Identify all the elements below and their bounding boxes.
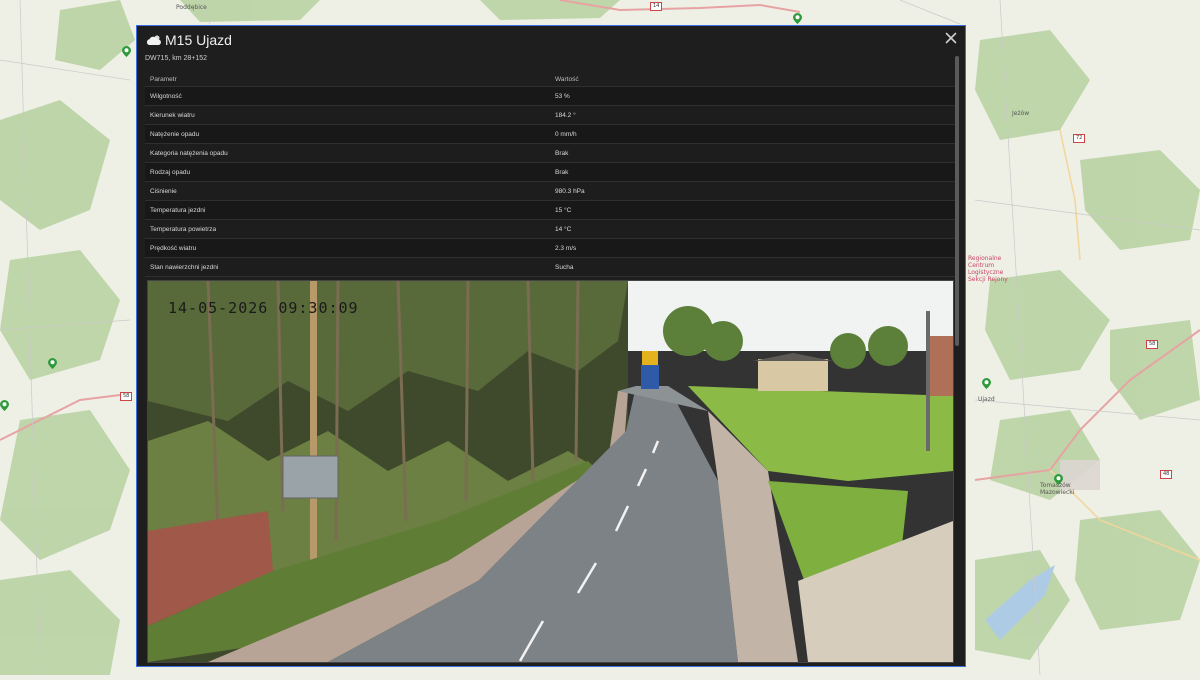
map-label-town: Poddębice <box>176 4 207 11</box>
table-row: Prędkość wiatru 2.3 m/s <box>145 238 955 258</box>
parameter-value: 2.3 m/s <box>550 238 955 258</box>
table-row: Ciśnienie 980.3 hPa <box>145 181 955 201</box>
parameter-value: 14 °C <box>550 219 955 239</box>
parameter-name: Kategoria natężenia opadu <box>145 143 550 163</box>
parameter-name: Prędkość wiatru <box>145 238 550 258</box>
modal-header: M15 Ujazd DW715, km 28+152 <box>137 26 965 76</box>
weather-station-pin-icon[interactable] <box>793 13 802 24</box>
parameter-value: Brak <box>550 162 955 182</box>
table-row: Temperatura jezdni 15 °C <box>145 200 955 220</box>
parameter-value: Sucha <box>550 257 955 277</box>
parameter-value: Brak <box>550 143 955 163</box>
road-number: 72 <box>1073 134 1086 143</box>
road-number: 58 <box>120 392 133 401</box>
weather-station-pin-icon[interactable] <box>48 358 57 369</box>
table-row: Kierunek wiatru 184.2 ° <box>145 105 955 125</box>
parameter-value: 53 % <box>550 86 955 106</box>
parameter-name: Stan nawierzchni jezdni <box>145 257 550 277</box>
column-header-parameter: Parametr <box>145 72 550 87</box>
parameter-value: 15 °C <box>550 200 955 220</box>
parameter-value: 0 mm/h <box>550 124 955 144</box>
parameter-name: Ciśnienie <box>145 181 550 201</box>
parameter-name: Kierunek wiatru <box>145 105 550 125</box>
parameter-value: 184.2 ° <box>550 105 955 125</box>
road-number: 14 <box>650 2 663 11</box>
column-header-value: Wartość <box>550 72 955 87</box>
table-row: Stan nawierzchni jezdni Sucha <box>145 257 955 277</box>
parameter-name: Wilgotność <box>145 86 550 106</box>
road-number: 58 <box>1146 340 1159 349</box>
camera-image: 14-05-2026 09:30:09 <box>147 280 954 663</box>
weather-data-table: Parametr Wartość Wilgotność 53 % Kierunek… <box>145 72 955 277</box>
table-row: Natężenie opadu 0 mm/h <box>145 124 955 144</box>
modal-title: M15 Ujazd <box>165 32 232 48</box>
camera-timestamp: 14-05-2026 09:30:09 <box>168 299 359 317</box>
weather-station-modal: M15 Ujazd DW715, km 28+152 Parametr Wart… <box>136 25 966 667</box>
modal-scrollbar[interactable] <box>955 56 959 346</box>
weather-station-pin-icon[interactable] <box>0 400 9 411</box>
map-label-poi: Regionalne Centrum Logistyczne Sekcji Re… <box>968 255 1008 283</box>
map-label-town: Ujazd <box>978 396 995 403</box>
weather-station-pin-icon[interactable] <box>122 46 131 57</box>
table-header-row: Parametr Wartość <box>145 72 955 87</box>
road-number: 48 <box>1160 470 1173 479</box>
table-row: Temperatura powietrza 14 °C <box>145 219 955 239</box>
cloud-sun-icon <box>146 35 161 45</box>
camera-scene <box>148 281 953 662</box>
table-row: Rodzaj opadu Brak <box>145 162 955 182</box>
map-label-town: Jeżów <box>1012 110 1030 117</box>
close-icon[interactable] <box>945 32 957 44</box>
weather-station-pin-icon[interactable] <box>1054 474 1063 485</box>
modal-subtitle: DW715, km 28+152 <box>145 55 208 62</box>
parameter-name: Natężenie opadu <box>145 124 550 144</box>
parameter-name: Temperatura powietrza <box>145 219 550 239</box>
table-row: Kategoria natężenia opadu Brak <box>145 143 955 163</box>
parameter-name: Rodzaj opadu <box>145 162 550 182</box>
weather-station-pin-icon[interactable] <box>982 378 991 389</box>
parameter-name: Temperatura jezdni <box>145 200 550 220</box>
table-row: Wilgotność 53 % <box>145 86 955 106</box>
parameter-value: 980.3 hPa <box>550 181 955 201</box>
